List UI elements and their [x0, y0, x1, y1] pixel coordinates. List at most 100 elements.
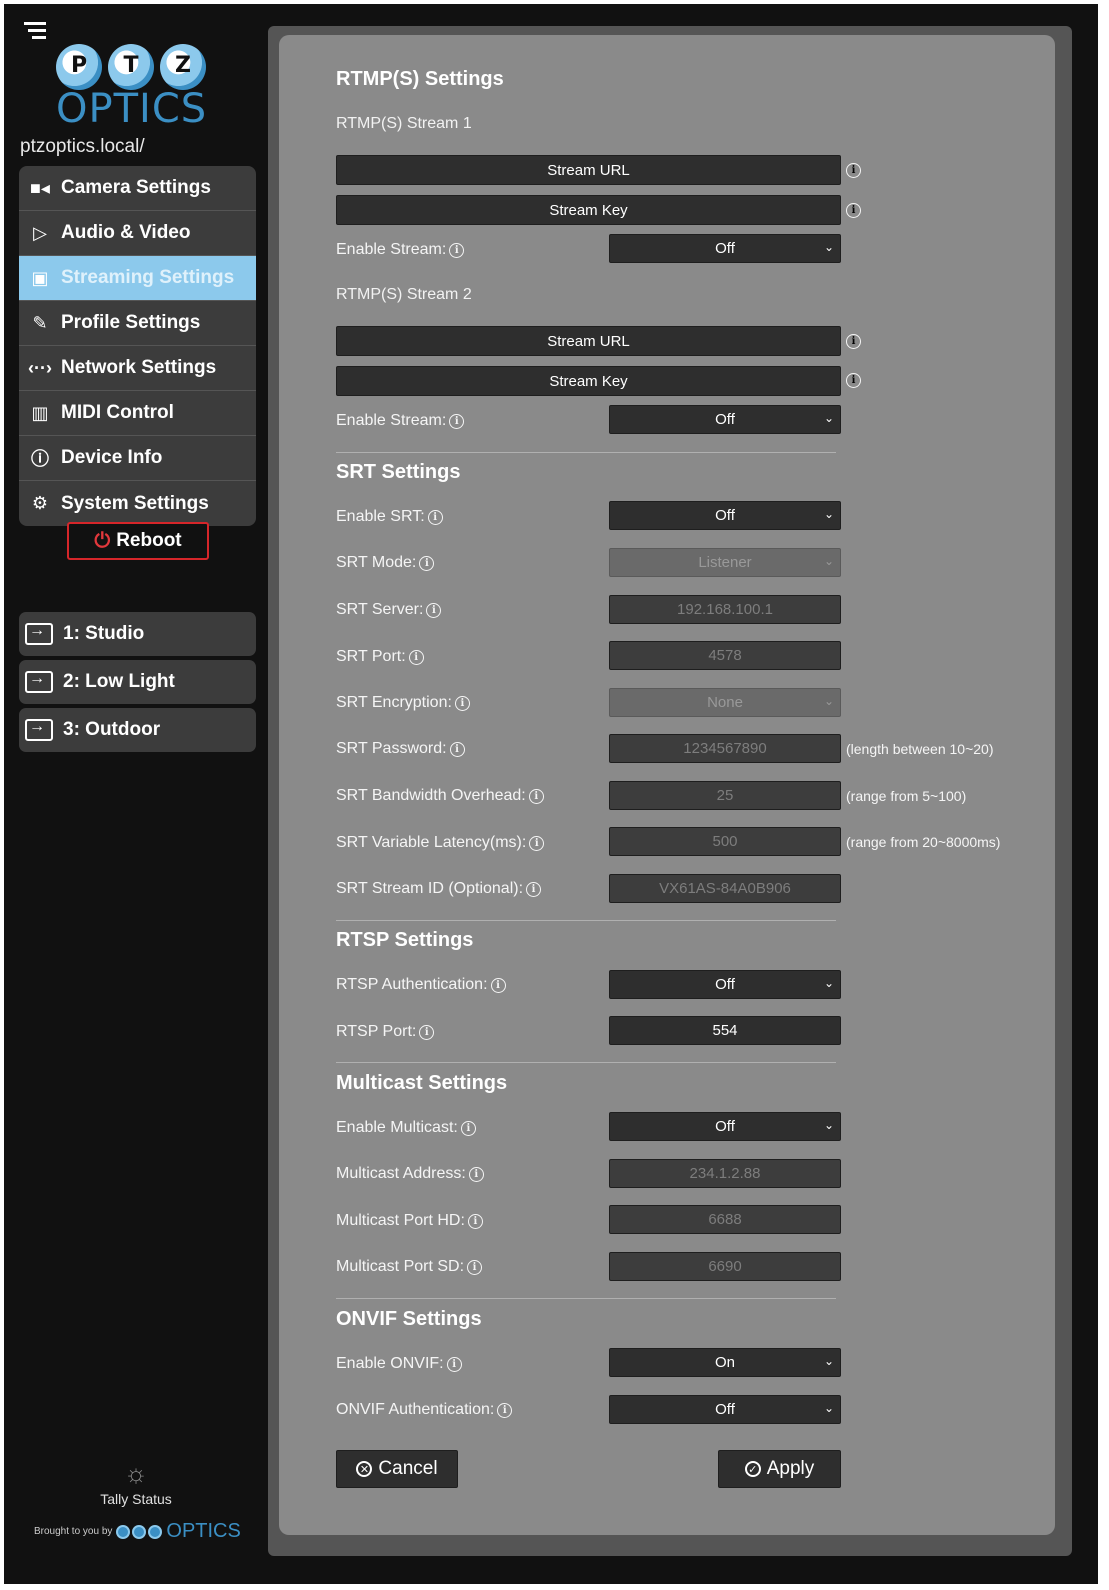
cancel-button[interactable]: ✕ Cancel [336, 1450, 458, 1488]
info-icon[interactable]: i [497, 1402, 513, 1418]
srt-server-input[interactable]: 192.168.100.1 [609, 595, 841, 624]
footer-branding: Brought to you by OPTICS [34, 1520, 241, 1542]
rtsp-port-input[interactable]: 554 [609, 1016, 841, 1045]
rtmp-stream2-title: RTMP(S) Stream 2 [336, 286, 472, 303]
camera-icon: ■◂ [30, 177, 50, 198]
info-icon[interactable]: i [427, 509, 443, 525]
host-address: ptzoptics.local/ [20, 136, 145, 157]
streaming-icon: ▣ [31, 267, 49, 288]
srt-bandwidth-hint: (range from 5~100) [846, 788, 967, 804]
power-icon: ⏻ [94, 529, 111, 552]
preset-enter-icon [25, 622, 53, 645]
onvif-enable-select[interactable]: On ⌄ [609, 1348, 841, 1377]
multicast-enable-label: Enable Multicast: i [336, 1119, 476, 1137]
info-icon[interactable]: i [490, 977, 506, 993]
chevron-down-icon: ⌄ [823, 554, 834, 568]
sidebar-item-network-settings[interactable]: ‹··› Network Settings [19, 346, 256, 391]
sidebar-item-device-info[interactable]: ⓘ Device Info [19, 436, 256, 481]
info-icon[interactable]: i [449, 242, 465, 258]
srt-stream-id-input[interactable]: VX61AS-84A0B906 [609, 874, 841, 903]
reboot-button[interactable]: ⏻ Reboot [67, 522, 209, 560]
ptz-mini-logo-icon [116, 1524, 163, 1539]
info-icon[interactable]: i [528, 788, 544, 804]
lightbulb-icon: ☼ [124, 1458, 148, 1488]
info-icon[interactable]: i [526, 881, 542, 897]
onvif-section-title: ONVIF Settings [336, 1308, 482, 1330]
stream2-url-button[interactable]: Stream URL [336, 326, 841, 356]
chevron-down-icon: ⌄ [823, 1118, 834, 1132]
info-icon[interactable]: i [846, 373, 861, 388]
sidebar-item-camera-settings[interactable]: ■◂ Camera Settings [19, 166, 256, 211]
srt-mode-select[interactable]: Listener ⌄ [609, 548, 841, 577]
info-icon[interactable]: i [467, 1213, 483, 1229]
chevron-down-icon: ⌄ [823, 976, 834, 990]
info-icon[interactable]: i [468, 1166, 484, 1182]
sidebar-item-audio-video[interactable]: ▷ Audio & Video [19, 211, 256, 256]
info-icon[interactable]: i [846, 163, 861, 178]
srt-password-input[interactable]: 1234567890 [609, 734, 841, 763]
srt-password-label: SRT Password: i [336, 740, 465, 758]
sidebar-item-midi-control[interactable]: ▥ MIDI Control [19, 391, 256, 436]
stream2-enable-label: Enable Stream: i [336, 412, 465, 430]
srt-bandwidth-label: SRT Bandwidth Overhead: i [336, 787, 544, 805]
multicast-hd-port-input[interactable]: 6688 [609, 1205, 841, 1234]
multicast-address-input[interactable]: 234.1.2.88 [609, 1159, 841, 1188]
apply-button[interactable]: ✓ Apply [718, 1450, 841, 1488]
close-icon: ✕ [356, 1461, 373, 1477]
multicast-enable-select[interactable]: Off ⌄ [609, 1112, 841, 1141]
multicast-section-title: Multicast Settings [336, 1072, 508, 1094]
tally-status: ☼ Tally Status [90, 1458, 182, 1507]
srt-latency-input[interactable]: 500 [609, 827, 841, 856]
srt-port-label: SRT Port: i [336, 648, 424, 666]
stream2-enable-select[interactable]: Off ⌄ [609, 405, 841, 434]
chevron-down-icon: ⌄ [823, 694, 834, 708]
stream1-url-button[interactable]: Stream URL [336, 155, 841, 185]
menu-toggle-icon[interactable] [24, 22, 48, 42]
srt-encryption-label: SRT Encryption: i [336, 694, 470, 712]
audio-video-icon: ▷ [33, 222, 47, 243]
srt-encryption-select[interactable]: None ⌄ [609, 688, 841, 717]
rtsp-auth-select[interactable]: Off ⌄ [609, 970, 841, 999]
info-icon[interactable]: i [408, 649, 424, 665]
onvif-enable-label: Enable ONVIF: i [336, 1355, 462, 1373]
sidebar-item-streaming-settings[interactable]: ▣ Streaming Settings [19, 256, 256, 301]
srt-enable-label: Enable SRT: i [336, 508, 443, 526]
info-icon[interactable]: i [426, 602, 442, 618]
preset-enter-icon [25, 670, 53, 693]
srt-enable-select[interactable]: Off ⌄ [609, 501, 841, 530]
info-icon[interactable]: i [467, 1259, 483, 1275]
srt-server-label: SRT Server: i [336, 601, 442, 619]
info-icon[interactable]: i [446, 1356, 462, 1372]
info-icon[interactable]: i [419, 1024, 435, 1040]
multicast-address-label: Multicast Address: i [336, 1165, 484, 1183]
srt-port-input[interactable]: 4578 [609, 641, 841, 670]
multicast-sd-port-label: Multicast Port SD: i [336, 1258, 483, 1276]
preset-studio[interactable]: 1: Studio [19, 612, 256, 656]
stream1-key-button[interactable]: Stream Key [336, 195, 841, 225]
rtsp-section-title: RTSP Settings [336, 929, 474, 951]
srt-latency-hint: (range from 20~8000ms) [846, 834, 1001, 850]
section-divider [336, 1062, 836, 1063]
rtsp-port-label: RTSP Port: i [336, 1023, 435, 1041]
srt-bandwidth-input[interactable]: 25 [609, 781, 841, 810]
info-icon[interactable]: i [449, 413, 465, 429]
preset-enter-icon [25, 718, 53, 741]
preset-low-light[interactable]: 2: Low Light [19, 660, 256, 704]
info-icon[interactable]: i [419, 555, 435, 571]
info-icon[interactable]: i [529, 835, 545, 851]
check-icon: ✓ [744, 1461, 761, 1477]
stream1-enable-select[interactable]: Off ⌄ [609, 234, 841, 263]
sidebar-item-system-settings[interactable]: ⚙ System Settings [19, 481, 256, 526]
info-icon[interactable]: i [846, 203, 861, 218]
chevron-down-icon: ⌄ [823, 1354, 834, 1368]
preset-outdoor[interactable]: 3: Outdoor [19, 708, 256, 752]
chevron-down-icon: ⌄ [823, 240, 834, 254]
info-icon[interactable]: i [846, 334, 861, 349]
sidebar-item-profile-settings[interactable]: ✎ Profile Settings [19, 301, 256, 346]
info-icon[interactable]: i [454, 695, 470, 711]
stream2-key-button[interactable]: Stream Key [336, 366, 841, 396]
onvif-auth-select[interactable]: Off ⌄ [609, 1395, 841, 1424]
info-icon[interactable]: i [449, 741, 465, 757]
multicast-sd-port-input[interactable]: 6690 [609, 1252, 841, 1281]
info-icon[interactable]: i [460, 1120, 476, 1136]
